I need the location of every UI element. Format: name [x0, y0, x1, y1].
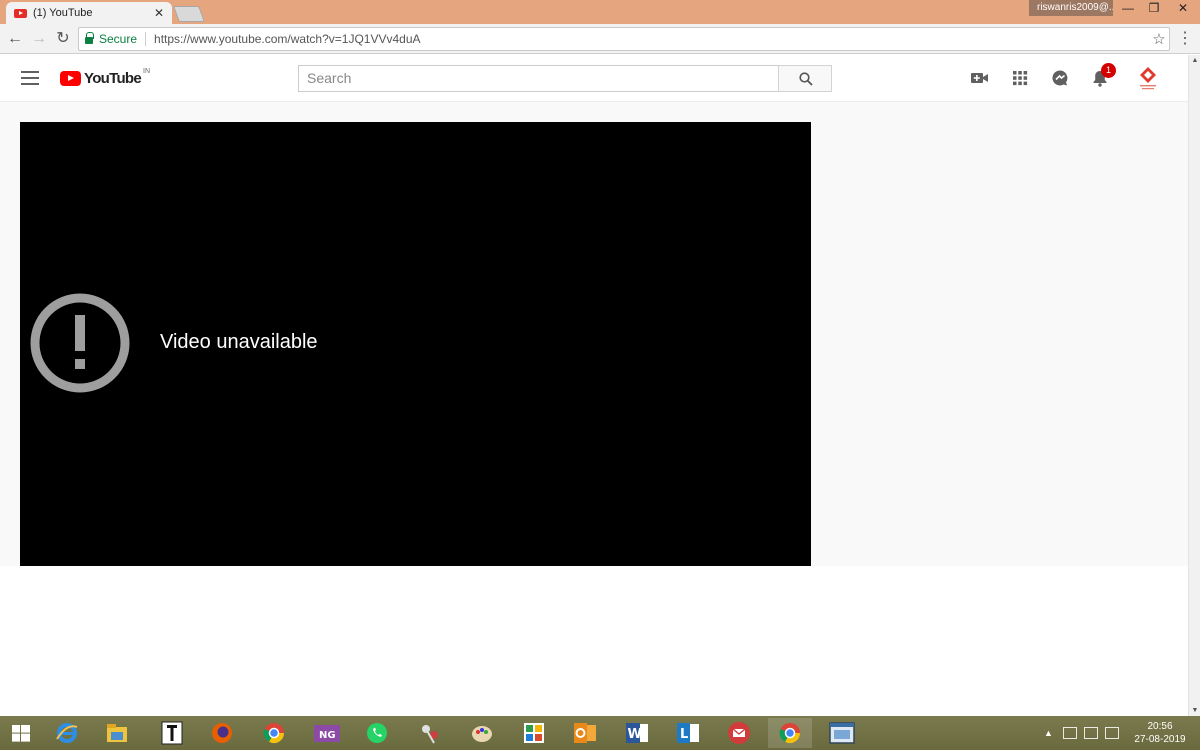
word-icon[interactable]: W [615, 718, 659, 748]
region-code: IN [143, 68, 151, 75]
url-text[interactable]: https://www.youtube.com/watch?v=1JQ1VVv4… [154, 32, 1149, 46]
internet-explorer-icon[interactable] [45, 718, 89, 748]
tab-youtube[interactable]: (1) YouTube ✕ [6, 2, 172, 24]
browser-titlebar: (1) YouTube ✕ riswanris2009@... — ❐ ✕ [0, 0, 1200, 24]
scroll-down-arrow-icon[interactable]: ▼ [1191, 707, 1199, 714]
system-tray: ▲ [1044, 716, 1126, 750]
taskbar-clock[interactable]: 20:56 27-08-2019 [1130, 720, 1190, 746]
svg-text:L: L [680, 727, 688, 742]
mail-icon[interactable] [717, 718, 761, 748]
browser-toolbar: ← → ↻ Secure https://www.youtube.com/wat… [0, 24, 1200, 54]
windows-taskbar: NG W L ▲ 20:56 27-08-2019 [0, 716, 1200, 750]
chrome-menu-icon[interactable]: ⋮ [1176, 30, 1194, 48]
notegen-app-icon[interactable]: NG [305, 718, 349, 748]
scroll-up-arrow-icon[interactable]: ▲ [1191, 57, 1199, 64]
notification-count-badge[interactable]: 1 [1101, 63, 1116, 78]
whatsapp-icon[interactable] [355, 718, 399, 748]
secure-label: Secure [99, 32, 138, 46]
outlook-icon[interactable] [563, 718, 607, 748]
windows-logo-icon [12, 725, 30, 742]
tab-title: (1) YouTube [33, 7, 93, 19]
reload-icon[interactable]: ↻ [54, 30, 72, 48]
file-explorer-icon[interactable] [95, 718, 139, 748]
chrome-icon[interactable] [252, 718, 296, 748]
messages-icon[interactable] [1050, 68, 1070, 88]
logo-text: YouTube [84, 70, 142, 87]
search-icon [799, 72, 813, 86]
volume-muted-icon[interactable] [1104, 727, 1119, 739]
back-arrow-icon[interactable]: ← [6, 30, 24, 48]
lync-icon[interactable]: L [666, 718, 710, 748]
paint-icon[interactable] [460, 718, 504, 748]
page-scrollbar[interactable]: ▲ ▼ [1188, 55, 1200, 716]
omnibox-divider [145, 32, 147, 46]
svg-text:NG: NG [319, 730, 336, 741]
tray-expand-icon[interactable]: ▲ [1044, 728, 1053, 738]
address-bar[interactable]: Secure https://www.youtube.com/watch?v=1… [78, 27, 1170, 51]
window-app-icon[interactable] [820, 718, 864, 748]
youtube-masthead: YouTube IN Search 1 [0, 55, 1188, 102]
svg-text:W: W [628, 727, 642, 742]
video-player[interactable]: Video unavailable [20, 122, 811, 566]
minimize-button[interactable]: — [1114, 0, 1142, 18]
photos-icon[interactable] [512, 718, 556, 748]
search-button[interactable] [778, 65, 832, 92]
firefox-icon[interactable] [200, 718, 244, 748]
chrome-active-window-icon[interactable] [768, 718, 812, 748]
network-tray-icon[interactable] [1062, 727, 1077, 739]
lock-icon [85, 32, 94, 44]
youtube-favicon-icon [14, 8, 27, 18]
restore-button[interactable]: ❐ [1140, 0, 1168, 18]
bookmark-star-icon[interactable]: ☆ [1149, 30, 1169, 48]
video-unavailable-message: Video unavailable [160, 331, 318, 353]
display-tray-icon[interactable] [1083, 727, 1098, 739]
account-avatar[interactable] [1136, 65, 1160, 91]
apps-grid-icon[interactable] [1010, 68, 1030, 88]
guide-menu-icon[interactable] [21, 71, 39, 85]
tab-close-icon[interactable]: ✕ [154, 6, 164, 20]
forward-arrow-icon[interactable]: → [30, 30, 48, 48]
network-tool-icon[interactable] [408, 718, 452, 748]
youtube-play-logo-icon [60, 71, 81, 86]
profile-button[interactable]: riswanris2009@... [1029, 0, 1113, 16]
search-input[interactable]: Search [298, 65, 778, 92]
clock-date: 27-08-2019 [1134, 734, 1186, 745]
clock-time: 20:56 [1147, 721, 1173, 732]
youtube-logo[interactable]: YouTube IN [60, 68, 151, 87]
close-window-button[interactable]: ✕ [1166, 0, 1200, 18]
start-button[interactable] [0, 716, 42, 750]
error-exclamation-icon [30, 293, 130, 393]
new-tab-button[interactable] [173, 6, 205, 22]
create-video-icon[interactable] [970, 68, 990, 88]
text-app-icon[interactable] [150, 718, 194, 748]
